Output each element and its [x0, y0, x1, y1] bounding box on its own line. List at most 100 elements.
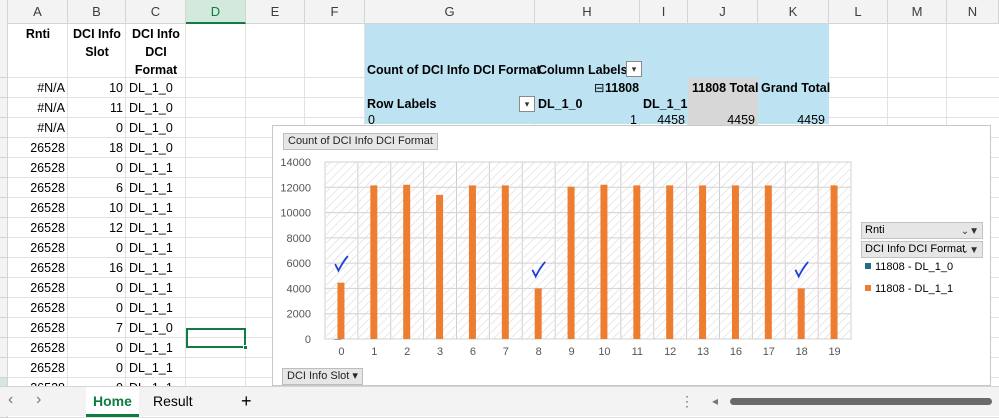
- cell-a[interactable]: 26528: [8, 358, 68, 378]
- cell-b[interactable]: 0: [68, 338, 126, 358]
- column-header-g[interactable]: G: [365, 0, 535, 24]
- row-header[interactable]: [0, 24, 8, 78]
- bar-11808-DL_1_1-slot-19[interactable]: [830, 185, 838, 339]
- cell-b[interactable]: 0: [68, 358, 126, 378]
- cell-b[interactable]: 0: [68, 158, 126, 178]
- collapse-group-icon[interactable]: ⊟: [594, 78, 604, 98]
- tab-result[interactable]: Result: [146, 387, 200, 417]
- select-all-corner[interactable]: [0, 0, 8, 24]
- column-header-n[interactable]: N: [947, 0, 999, 24]
- bar-11808-DL_1_1-slot-13[interactable]: [699, 185, 707, 339]
- legend-field-dci-format[interactable]: DCI Info DCI Format ⌄▼: [861, 241, 983, 258]
- cell-a[interactable]: 26528: [8, 158, 68, 178]
- row-header[interactable]: [0, 258, 8, 278]
- column-header-l[interactable]: L: [829, 0, 888, 24]
- column-header-j[interactable]: J: [688, 0, 758, 24]
- bar-11808-DL_1_0-slot-0[interactable]: [334, 338, 342, 340]
- bar-11808-DL_1_1-slot-18[interactable]: [797, 288, 805, 339]
- bar-11808-DL_1_1-slot-10[interactable]: [600, 184, 608, 339]
- column-header-k[interactable]: K: [758, 0, 829, 24]
- bar-11808-DL_1_1-slot-8[interactable]: [534, 288, 542, 339]
- cell-a[interactable]: 26528: [8, 258, 68, 278]
- column-header-b[interactable]: B: [68, 0, 126, 24]
- column-header-h[interactable]: H: [535, 0, 640, 24]
- cell-b[interactable]: 0: [68, 118, 126, 138]
- cell-a[interactable]: #N/A: [8, 98, 68, 118]
- cell-a[interactable]: 26528: [8, 138, 68, 158]
- chart-value-field-button[interactable]: Count of DCI Info DCI Format: [283, 133, 438, 150]
- cell-c[interactable]: DL_1_1: [126, 358, 186, 378]
- bar-11808-DL_1_1-slot-17[interactable]: [764, 185, 772, 339]
- horizontal-scrollbar[interactable]: [730, 398, 992, 405]
- column-header-i[interactable]: I: [640, 0, 688, 24]
- cell-b[interactable]: 12: [68, 218, 126, 238]
- cell-c[interactable]: DL_1_1: [126, 158, 186, 178]
- bar-11808-DL_1_1-slot-16[interactable]: [731, 185, 739, 339]
- cell-c[interactable]: DL_1_1: [126, 258, 186, 278]
- row-header[interactable]: [0, 158, 8, 178]
- cell-a[interactable]: #N/A: [8, 78, 68, 98]
- row-header[interactable]: [0, 298, 8, 318]
- cell-a[interactable]: 26528: [8, 238, 68, 258]
- bar-11808-DL_1_1-slot-12[interactable]: [666, 185, 674, 339]
- cell-c[interactable]: DL_1_1: [126, 278, 186, 298]
- tab-home[interactable]: Home: [86, 387, 139, 417]
- row-header[interactable]: [0, 78, 8, 98]
- row-header[interactable]: [0, 118, 8, 138]
- row-header[interactable]: [0, 98, 8, 118]
- bar-11808-DL_1_1-slot-6[interactable]: [468, 185, 476, 339]
- cell-a[interactable]: 26528: [8, 278, 68, 298]
- row-header[interactable]: [0, 338, 8, 358]
- cell-a[interactable]: 26528: [8, 178, 68, 198]
- bar-11808-DL_1_1-slot-11[interactable]: [633, 185, 641, 339]
- row-header[interactable]: [0, 198, 8, 218]
- column-header-d[interactable]: D: [186, 0, 246, 24]
- row-header[interactable]: [0, 238, 8, 258]
- next-sheet-icon[interactable]: ›: [36, 391, 41, 409]
- add-sheet-button[interactable]: +: [234, 387, 259, 417]
- cell-b[interactable]: 0: [68, 278, 126, 298]
- cell-b[interactable]: 10: [68, 198, 126, 218]
- fill-handle[interactable]: [243, 345, 248, 350]
- prev-sheet-icon[interactable]: ‹: [8, 391, 13, 409]
- cell-b[interactable]: 6: [68, 178, 126, 198]
- column-header-c[interactable]: C: [126, 0, 186, 24]
- cell-c[interactable]: DL_1_1: [126, 178, 186, 198]
- row-header[interactable]: [0, 358, 8, 378]
- cell-c[interactable]: DL_1_0: [126, 118, 186, 138]
- cell-b[interactable]: 7: [68, 318, 126, 338]
- chart-axis-field-button[interactable]: DCI Info Slot ▾: [282, 368, 363, 385]
- cell-c[interactable]: DL_1_1: [126, 238, 186, 258]
- cell-a[interactable]: 26528: [8, 218, 68, 238]
- row-header[interactable]: [0, 138, 8, 158]
- cell-c[interactable]: DL_1_0: [126, 98, 186, 118]
- column-header-e[interactable]: E: [246, 0, 305, 24]
- more-options-icon[interactable]: ⋮: [680, 393, 694, 410]
- bar-11808-DL_1_1-slot-1[interactable]: [370, 185, 378, 339]
- bar-11808-DL_1_1-slot-7[interactable]: [501, 185, 509, 339]
- cell-b[interactable]: 0: [68, 298, 126, 318]
- cell-b[interactable]: 0: [68, 238, 126, 258]
- scroll-left-icon[interactable]: ◂: [712, 394, 718, 408]
- row-header[interactable]: [0, 278, 8, 298]
- row-labels-filter-icon[interactable]: ▾: [519, 96, 535, 112]
- column-header-f[interactable]: F: [305, 0, 365, 24]
- row-header[interactable]: [0, 318, 8, 338]
- cell-a[interactable]: 26528: [8, 338, 68, 358]
- cell-b[interactable]: 11: [68, 98, 126, 118]
- cell-c[interactable]: DL_1_1: [126, 298, 186, 318]
- cell-c[interactable]: DL_1_0: [126, 318, 186, 338]
- cell-a[interactable]: #N/A: [8, 118, 68, 138]
- bar-11808-DL_1_1-slot-9[interactable]: [567, 186, 575, 339]
- bar-11808-DL_1_1-slot-0[interactable]: [337, 282, 345, 339]
- cell-c[interactable]: DL_1_1: [126, 218, 186, 238]
- cell-a[interactable]: 26528: [8, 298, 68, 318]
- bar-11808-DL_1_1-slot-3[interactable]: [436, 194, 444, 339]
- active-cell-d17[interactable]: [186, 328, 246, 348]
- cell-b[interactable]: 16: [68, 258, 126, 278]
- legend-field-rnti[interactable]: Rnti ⌄▼: [861, 222, 983, 239]
- cell-c[interactable]: DL_1_0: [126, 138, 186, 158]
- cell-c[interactable]: DL_1_0: [126, 78, 186, 98]
- row-header[interactable]: [0, 218, 8, 238]
- column-header-a[interactable]: A: [8, 0, 68, 24]
